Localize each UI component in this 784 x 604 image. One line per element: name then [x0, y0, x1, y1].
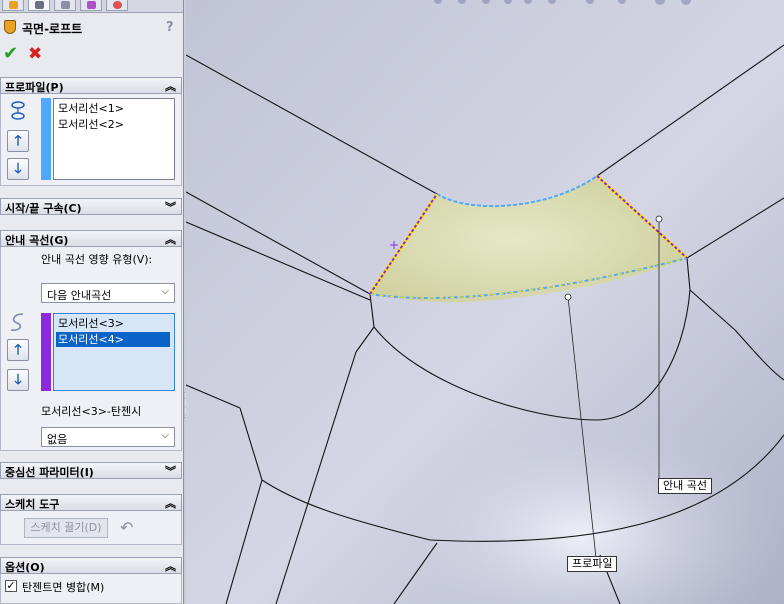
sketch-tools-section-label: 스케치 도구 — [5, 498, 60, 511]
model-view[interactable] — [186, 0, 784, 604]
start-end-section-label: 시작/끝 구속(C) — [5, 202, 82, 215]
profile-section-header[interactable]: 프로파일(P) ︽ — [0, 77, 182, 94]
tangency-value: 없음 — [47, 433, 68, 446]
help-icon[interactable]: ? — [166, 20, 174, 35]
merge-tangent-checkbox[interactable]: ✓ — [5, 580, 17, 592]
property-manager: 곡면-로프트 ? ✔ ✖ 프로파일(P) ︽ 🡑 🡓 모서리선<1> 모서리선<… — [0, 0, 184, 604]
sketch-tools-section-header[interactable]: 스케치 도구 ︽ — [0, 494, 182, 511]
configuration-manager-tab[interactable] — [54, 0, 76, 11]
dimxpert-tab[interactable] — [80, 0, 102, 11]
property-manager-tab[interactable] — [28, 0, 50, 11]
profile-color-bar — [41, 98, 51, 180]
profile-callout-anchor[interactable] — [564, 293, 572, 301]
feature-title: 곡면-로프트 — [22, 22, 83, 36]
start-end-section-header[interactable]: 시작/끝 구속(C) ︾ — [0, 198, 182, 215]
options-section-label: 옵션(O) — [5, 561, 45, 574]
merge-tangent-label: 탄젠트면 병합(M) — [22, 581, 105, 594]
chevron-down-icon: ⌵ — [161, 286, 169, 297]
expand-down-icon: ︾ — [165, 465, 176, 478]
profile-move-up-button[interactable]: 🡑 — [7, 130, 29, 152]
graphics-viewport[interactable]: 안내 곡선 프로파일 — [186, 0, 784, 604]
tangency-select[interactable]: 없음 ⌵ — [41, 427, 175, 447]
arrow-up-icon: 🡑 — [14, 342, 22, 358]
list-item[interactable]: 모서리선<2> — [56, 117, 124, 132]
profile-section-label: 프로파일(P) — [5, 81, 64, 94]
expand-down-icon: ︾ — [165, 201, 176, 214]
profile-callout[interactable]: 프로파일 — [567, 556, 618, 572]
display-manager-tab[interactable] — [106, 0, 128, 11]
arrow-down-icon: 🡓 — [14, 372, 22, 388]
guide-section-header[interactable]: 안내 곡선(G) ︽ — [0, 230, 182, 247]
centerline-section-header[interactable]: 중심선 파라미터(I) ︾ — [0, 462, 182, 479]
manager-tab-bar — [0, 0, 183, 13]
collapse-up-icon: ︽ — [165, 497, 176, 510]
profile-section-body: 🡑 🡓 모서리선<1> 모서리선<2> — [0, 94, 182, 186]
guide-move-up-button[interactable]: 🡑 — [7, 339, 29, 361]
profile-list[interactable]: 모서리선<1> 모서리선<2> — [53, 98, 175, 180]
guide-section-label: 안내 곡선(G) — [5, 234, 69, 247]
guide-curve-icon — [10, 313, 24, 331]
guide-move-down-button[interactable]: 🡓 — [7, 369, 29, 391]
influence-type-select[interactable]: 다음 안내곡선 ⌵ — [41, 283, 175, 303]
influence-type-value: 다음 안내곡선 — [47, 289, 112, 302]
collapse-up-icon: ︽ — [165, 233, 176, 246]
collapse-up-icon: ︽ — [165, 80, 176, 93]
collapse-up-icon: ︽ — [165, 560, 176, 573]
loft-surface-icon — [4, 20, 16, 34]
tangency-label: 모서리선<3>-탄젠시 — [41, 405, 142, 418]
undo-sketch-drag-icon[interactable]: ↶ — [120, 518, 133, 537]
drag-sketch-button[interactable]: 스케치 끌기(D) — [24, 518, 108, 538]
centerline-section-label: 중심선 파라미터(I) — [5, 466, 94, 479]
options-section-header[interactable]: 옵션(O) ︽ — [0, 557, 182, 574]
guide-color-bar — [41, 313, 51, 391]
chevron-down-icon: ⌵ — [161, 430, 169, 441]
profile-move-down-button[interactable]: 🡓 — [7, 158, 29, 180]
guide-list[interactable]: 모서리선<3> 모서리선<4> — [53, 313, 175, 391]
profile-icon — [11, 101, 25, 120]
cancel-x-icon[interactable]: ✖ — [28, 44, 42, 64]
feature-titlebar: 곡면-로프트 ? — [0, 14, 183, 40]
guide-section-body: 안내 곡선 영향 유형(V): 다음 안내곡선 ⌵ 🡑 🡓 모서리선<3> 모서… — [0, 247, 182, 451]
guide-curve-callout[interactable]: 안내 곡선 — [658, 478, 712, 494]
guide-callout-anchor[interactable] — [655, 215, 663, 223]
arrow-down-icon: 🡓 — [14, 161, 22, 177]
list-item[interactable]: 모서리선<1> — [56, 101, 124, 116]
influence-type-label: 안내 곡선 영향 유형(V): — [41, 253, 153, 266]
arrow-up-icon: 🡑 — [14, 133, 22, 149]
list-item[interactable]: 모서리선<3> — [56, 316, 170, 331]
ok-check-icon[interactable]: ✔ — [3, 44, 18, 64]
list-item-selected[interactable]: 모서리선<4> — [56, 332, 170, 347]
surface-shading — [330, 330, 784, 604]
feature-manager-tab[interactable] — [2, 0, 24, 11]
